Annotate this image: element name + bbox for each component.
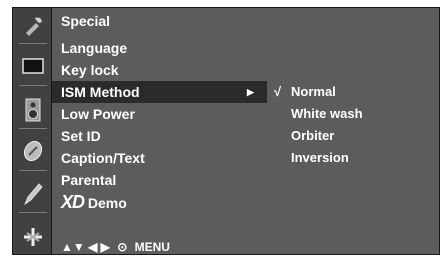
- menu-item-label: Caption/Text: [61, 150, 145, 166]
- special-tools-icon[interactable]: [13, 9, 53, 42]
- menu-item-parental[interactable]: Parental: [52, 169, 267, 191]
- submenu-arrow-icon: ▶: [247, 87, 254, 97]
- ok-button-icon: ⊙: [117, 240, 128, 254]
- submenu-item-inversion[interactable]: Inversion: [267, 147, 440, 169]
- menu-title-label: Special: [61, 13, 111, 29]
- submenu-item-label: Inversion: [291, 150, 349, 165]
- menu-item-xd-demo[interactable]: XD Demo: [52, 191, 267, 213]
- special-menu-panel: Special Language Key lock ISM Method ▶ L…: [52, 7, 267, 255]
- submenu-item-label: Orbiter: [291, 128, 335, 143]
- menu-item-label: Key lock: [61, 62, 119, 78]
- nav-arrows-icon: ▲▼ ◀ ▶: [61, 240, 110, 254]
- option-pen-icon[interactable]: [13, 176, 53, 209]
- navigation-hint: ▲▼ ◀ ▶ ⊙ MENU: [61, 240, 170, 254]
- menu-item-set-id[interactable]: Set ID: [52, 125, 267, 147]
- audio-speaker-icon[interactable]: [13, 93, 53, 126]
- menu-item-label: Low Power: [61, 106, 135, 122]
- icon-separator: [19, 128, 47, 129]
- screen-icon[interactable]: [13, 49, 53, 82]
- menu-item-label: Parental: [61, 172, 117, 188]
- submenu-item-normal[interactable]: √ Normal: [267, 81, 440, 103]
- menu-item-language[interactable]: Language: [52, 37, 267, 59]
- menu-key-label: MENU: [134, 240, 170, 254]
- menu-item-caption-text[interactable]: Caption/Text: [52, 147, 267, 169]
- time-clock-icon[interactable]: [13, 134, 53, 167]
- menu-icon-column: [12, 7, 52, 255]
- menu-item-label-demo: Demo: [87, 195, 127, 211]
- menu-item-key-lock[interactable]: Key lock: [52, 59, 267, 81]
- check-mark-icon: √: [274, 84, 282, 99]
- menu-title: Special: [52, 10, 267, 32]
- icon-separator: [19, 212, 47, 213]
- icon-separator: [19, 43, 47, 44]
- icon-separator: [19, 85, 47, 86]
- ism-method-submenu: √ Normal White wash Orbiter Inversion: [267, 7, 440, 255]
- menu-item-label: Language: [61, 40, 128, 56]
- xd-logo: XD: [61, 192, 85, 212]
- menu-item-label: Set ID: [61, 128, 101, 144]
- menu-item-label: ISM Method: [61, 84, 140, 100]
- submenu-item-label: Normal: [291, 84, 336, 99]
- menu-item-ism-method[interactable]: ISM Method ▶: [52, 81, 267, 103]
- menu-item-low-power[interactable]: Low Power: [52, 103, 267, 125]
- icon-separator: [19, 170, 47, 171]
- tv-osd-menu: Special Language Key lock ISM Method ▶ L…: [0, 0, 448, 262]
- menu-item-label: XD Demo: [61, 191, 127, 214]
- submenu-item-orbiter[interactable]: Orbiter: [267, 125, 440, 147]
- submenu-item-white-wash[interactable]: White wash: [267, 103, 440, 125]
- input-plug-icon[interactable]: [13, 220, 53, 253]
- submenu-item-label: White wash: [291, 106, 363, 121]
